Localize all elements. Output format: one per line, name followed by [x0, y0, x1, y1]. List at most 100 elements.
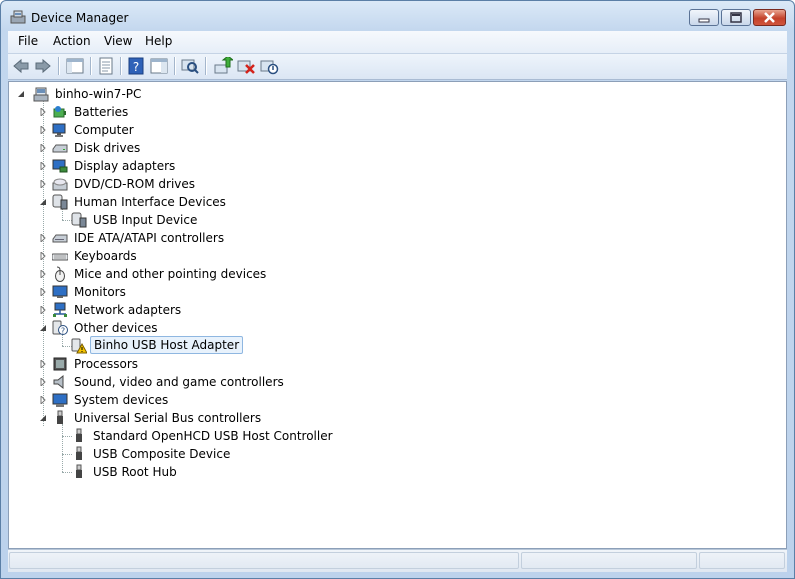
- speaker-icon: [53, 374, 64, 390]
- disable-device-icon[interactable]: [259, 57, 279, 75]
- show-hide-tree-icon[interactable]: [65, 57, 85, 75]
- tree-node-label: Universal Serial Bus controllers: [74, 411, 262, 425]
- svg-text:?: ?: [61, 327, 65, 336]
- tree-node-label: Display adapters: [74, 159, 176, 173]
- minimize-icon: [698, 18, 710, 23]
- close-icon: [764, 12, 775, 23]
- collapse-arrow-icon[interactable]: [39, 414, 47, 422]
- tree-node-label: Keyboards: [74, 249, 137, 263]
- scan-hardware-icon[interactable]: [180, 57, 200, 75]
- expand-arrow-icon[interactable]: [39, 270, 47, 278]
- expand-arrow-icon[interactable]: [39, 378, 47, 386]
- tree-node-label: Computer: [74, 123, 134, 137]
- hid-icon: [52, 194, 68, 210]
- menu-action[interactable]: Action: [53, 34, 91, 48]
- status-bar: [8, 549, 787, 572]
- device-tree[interactable]: binho-win7-PC Batteries Computer Disk dr…: [8, 81, 787, 549]
- tree-node-label: Mice and other pointing devices: [74, 267, 267, 281]
- display-adapter-icon: [52, 159, 68, 173]
- expand-arrow-icon[interactable]: [39, 288, 47, 296]
- tree-root-label: binho-win7-PC: [55, 87, 142, 101]
- tree-leaf-label: USB Composite Device: [93, 447, 231, 461]
- expand-arrow-icon[interactable]: [39, 126, 47, 134]
- tree-node-label: Other devices: [74, 321, 158, 335]
- minimize-button[interactable]: [689, 9, 719, 26]
- system-device-icon: [52, 393, 68, 407]
- menu-view[interactable]: View: [104, 34, 132, 48]
- forward-arrow-icon[interactable]: [33, 57, 53, 75]
- usb-device-icon: [76, 446, 82, 460]
- collapse-arrow-icon[interactable]: [39, 198, 47, 206]
- expand-arrow-icon[interactable]: [39, 144, 47, 152]
- collapse-arrow-icon[interactable]: [39, 324, 47, 332]
- tree-node-label: System devices: [74, 393, 169, 407]
- tree-node-label: Processors: [74, 357, 139, 371]
- status-pane-main: [9, 552, 519, 569]
- tree-leaf-label-selected: Binho USB Host Adapter: [90, 336, 244, 354]
- tree-node-label: Batteries: [74, 105, 129, 119]
- tree-node-label: DVD/CD-ROM drives: [74, 177, 196, 191]
- tree-node-label: Human Interface Devices: [74, 195, 226, 209]
- tree-node-label: Monitors: [74, 285, 126, 299]
- uninstall-icon[interactable]: [236, 57, 256, 75]
- tree-connector: [62, 424, 63, 472]
- action-pane-icon[interactable]: [149, 57, 169, 75]
- usb-icon: [57, 410, 63, 424]
- battery-icon: [53, 106, 66, 118]
- toolbar-separator: [174, 57, 175, 75]
- usb-device-icon: [76, 428, 82, 442]
- ide-controller-icon: [52, 234, 68, 243]
- properties-icon[interactable]: [96, 57, 116, 75]
- menu-file[interactable]: File: [18, 34, 38, 48]
- tree-leaf-label: USB Root Hub: [93, 465, 177, 479]
- status-pane-middle: [521, 552, 697, 569]
- toolbar-separator: [120, 57, 121, 75]
- expand-arrow-icon[interactable]: [39, 306, 47, 314]
- title-bar[interactable]: Device Manager: [1, 1, 794, 31]
- expand-arrow-icon[interactable]: [39, 252, 47, 260]
- maximize-icon: [730, 12, 742, 23]
- network-adapter-icon: [53, 302, 67, 317]
- warning-device-icon: [71, 338, 87, 354]
- expand-arrow-icon[interactable]: [39, 108, 47, 116]
- tree-leaf-label: Standard OpenHCD USB Host Controller: [93, 429, 333, 443]
- processor-icon: [53, 357, 67, 371]
- toolbar-separator: [90, 57, 91, 75]
- hid-device-icon: [71, 212, 87, 228]
- tree-node-label: Network adapters: [74, 303, 182, 317]
- tree-node-label: IDE ATA/ATAPI controllers: [74, 231, 225, 245]
- expand-arrow-icon[interactable]: [39, 162, 47, 170]
- expand-arrow-icon[interactable]: [39, 396, 47, 404]
- expand-arrow-icon[interactable]: [39, 180, 47, 188]
- collapse-arrow-icon[interactable]: [17, 90, 25, 98]
- tree-node-label: Sound, video and game controllers: [74, 375, 284, 389]
- device-manager-app-icon: [10, 10, 26, 24]
- expand-arrow-icon[interactable]: [39, 360, 47, 368]
- disk-drive-icon: [52, 144, 68, 153]
- other-devices-icon: ?: [52, 320, 68, 336]
- toolbar-separator: [205, 57, 206, 75]
- tree-leaf-label: USB Input Device: [93, 213, 198, 227]
- menu-help[interactable]: Help: [145, 34, 172, 48]
- tree-node-label: Disk drives: [74, 141, 141, 155]
- dvd-drive-icon: [52, 178, 68, 191]
- keyboard-icon: [52, 253, 68, 261]
- computer-icon: [52, 123, 66, 137]
- device-manager-window: Device Manager File Action View Help ? b…: [0, 0, 795, 579]
- menu-bar: File Action View Help: [8, 31, 787, 54]
- status-pane-right: [699, 552, 785, 569]
- close-button[interactable]: [753, 9, 786, 26]
- mouse-icon: [55, 266, 65, 282]
- usb-device-icon: [76, 464, 82, 478]
- toolbar-separator: [58, 57, 59, 75]
- back-arrow-icon[interactable]: [11, 57, 31, 75]
- window-title: Device Manager: [31, 11, 129, 25]
- svg-text:?: ?: [133, 60, 139, 74]
- expand-arrow-icon[interactable]: [39, 234, 47, 242]
- monitor-icon: [52, 285, 68, 298]
- maximize-button[interactable]: [721, 9, 751, 26]
- computer-root-icon: [33, 87, 49, 102]
- update-driver-icon[interactable]: [213, 57, 233, 75]
- toolbar: ?: [8, 54, 787, 80]
- help-icon[interactable]: ?: [126, 57, 146, 75]
